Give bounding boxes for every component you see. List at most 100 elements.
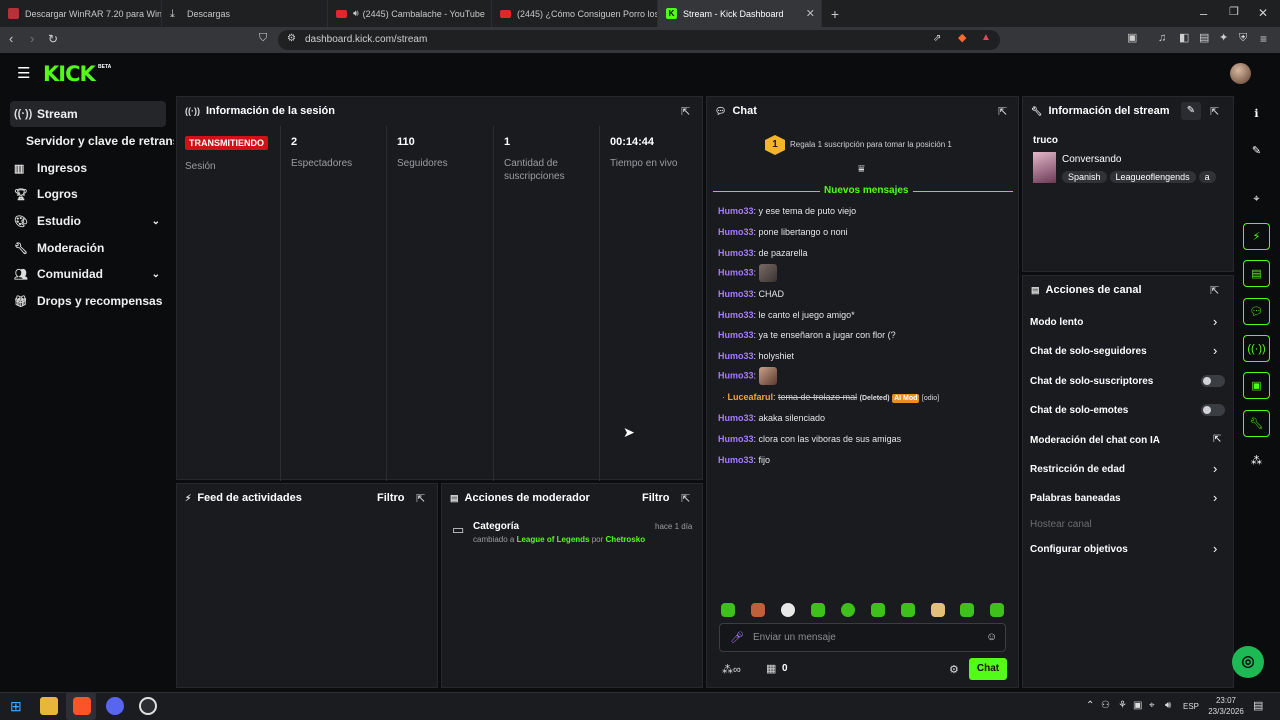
filter-button[interactable]: Filtro	[377, 492, 405, 504]
tag-chip[interactable]: a	[1198, 171, 1216, 183]
forward-icon[interactable]: ›	[30, 32, 34, 45]
chat-username[interactable]: Humo33	[718, 434, 754, 444]
age-restriction-action[interactable]: Restricción de edad	[1030, 464, 1125, 475]
menu-icon[interactable]: ≡	[1260, 33, 1267, 45]
points-icon[interactable]: ⁂∞	[722, 663, 741, 676]
emote-button[interactable]	[990, 603, 1004, 617]
chat-username[interactable]: Humo33	[718, 310, 754, 320]
back-icon[interactable]: ‹	[9, 32, 13, 45]
ai-moderation-action[interactable]: Moderación del chat con IA	[1030, 435, 1160, 446]
emote-button[interactable]	[721, 603, 735, 617]
emote-button[interactable]	[811, 603, 825, 617]
reader-icon[interactable]: ▣	[1127, 33, 1137, 44]
chat-username[interactable]: Humo33	[718, 351, 754, 361]
brave-browser-icon[interactable]	[73, 697, 91, 715]
activity-feed-icon[interactable]: ⚡︎	[1243, 223, 1270, 250]
entry-category-link[interactable]: League of Legends	[517, 535, 590, 544]
chat-send-button[interactable]: Chat	[969, 658, 1007, 680]
broadcast-icon[interactable]: ((·))	[1243, 335, 1270, 362]
gift-leaderboard-text[interactable]: Regala 1 suscripción para tomar la posic…	[790, 140, 952, 149]
microphone-icon[interactable]: 🎤︎	[730, 631, 744, 644]
brave-rewards-icon[interactable]: ▲	[981, 33, 991, 43]
popout-icon[interactable]: ⇱	[416, 492, 425, 505]
music-icon[interactable]: ♫	[1158, 33, 1166, 44]
stream-info-icon[interactable]: 🔧︎	[1243, 410, 1270, 437]
sidebar-toggle-icon[interactable]: ◧	[1179, 33, 1189, 44]
edit-icon[interactable]: ✎	[1181, 102, 1201, 120]
filter-button[interactable]: Filtro	[642, 492, 670, 504]
chat-message[interactable]: Humo33: fijo	[718, 455, 770, 465]
subscribers-only-toggle[interactable]	[1201, 375, 1225, 387]
followers-only-action[interactable]: Chat de solo-seguidores	[1030, 346, 1147, 357]
browser-tab-winrar[interactable]: Descargar WinRAR 7.20 para Window	[0, 0, 162, 27]
sidebar-item-moderacion[interactable]: 🔧︎ Moderación	[10, 235, 166, 261]
chat-username[interactable]: Humo33	[718, 413, 754, 423]
reload-icon[interactable]: ↻	[48, 33, 58, 45]
input-language[interactable]: ESP	[1183, 702, 1199, 711]
chevron-right-icon[interactable]: ›	[1213, 461, 1217, 476]
tray-overflow-icon[interactable]: ⌃	[1086, 700, 1094, 711]
brave-shields-icon[interactable]: ◆	[958, 33, 966, 44]
chat-message[interactable]: Humo33: le canto el juego amigo*	[718, 310, 855, 320]
chat-message[interactable]: Humo33: akaka silenciado	[718, 413, 825, 423]
entry-user-link[interactable]: Chetrosko	[606, 535, 646, 544]
sidebar-item-logros[interactable]: 🏆︎ Logros	[10, 181, 166, 207]
windows-start-icon[interactable]: ⊞	[10, 698, 22, 715]
chevron-right-icon[interactable]: ›	[1213, 541, 1217, 556]
chat-username[interactable]: Humo33	[718, 227, 754, 237]
popout-icon[interactable]: ⇱	[998, 105, 1007, 118]
popout-icon[interactable]: ⇱	[1210, 284, 1219, 297]
support-chat-icon[interactable]: ◎	[1232, 646, 1264, 678]
browser-tab-youtube-2[interactable]: (2445) ¿Cómo Consiguen Porro los A	[492, 0, 658, 27]
file-explorer-icon[interactable]	[40, 697, 58, 715]
app-icon[interactable]	[139, 697, 157, 715]
add-widget-icon[interactable]: ⁂	[1243, 447, 1270, 474]
hamburger-menu-icon[interactable]: ☰	[17, 66, 30, 81]
chat-message[interactable]: Humo33: ya te enseñaron a jugar con flor…	[718, 330, 896, 340]
emote-button[interactable]	[901, 603, 915, 617]
chevron-right-icon[interactable]: ›	[1213, 490, 1217, 505]
info-icon[interactable]: ℹ	[1243, 100, 1270, 127]
popout-icon[interactable]: ⇱	[1210, 105, 1219, 118]
chevron-down-icon[interactable]: ⌄	[152, 269, 160, 280]
chat-settings-icon[interactable]: ⚙	[949, 663, 959, 676]
chevron-right-icon[interactable]: ›	[1213, 314, 1217, 329]
notification-icon[interactable]: ▤	[1253, 699, 1263, 712]
close-tab-icon[interactable]: ✕	[806, 7, 815, 20]
chat-message[interactable]: Humo33: y ese tema de puto viejo	[718, 206, 856, 216]
restore-icon[interactable]: ❐	[1229, 7, 1239, 18]
chat-message[interactable]: Humo33:	[718, 264, 777, 282]
clock-time[interactable]: 23:07	[1208, 696, 1244, 705]
chat-username[interactable]: Humo33	[718, 370, 754, 380]
mod-log-icon[interactable]: ▤	[1243, 260, 1270, 287]
chevron-down-icon[interactable]: ⌄	[152, 216, 160, 227]
chat-input[interactable]: 🎤︎ Enviar un mensaje ☺	[719, 623, 1006, 652]
tray-app-icon[interactable]: ▣	[1133, 700, 1142, 711]
emote-button[interactable]	[781, 603, 795, 617]
sidebar-item-ingresos[interactable]: ▥ Ingresos	[10, 155, 166, 181]
sidebar-item-stream[interactable]: ((·)) Stream	[10, 101, 166, 127]
chat-username[interactable]: Luceafarul	[728, 392, 774, 402]
edit-icon[interactable]: ✎	[1243, 137, 1270, 164]
banned-words-action[interactable]: Palabras baneadas	[1030, 493, 1121, 504]
close-window-icon[interactable]: ✕	[1258, 7, 1268, 19]
emotes-only-toggle[interactable]	[1201, 404, 1225, 416]
session-info-icon[interactable]: ▣	[1243, 372, 1270, 399]
volume-icon[interactable]: 🔊︎	[1165, 700, 1171, 711]
vpn-icon[interactable]: ⛨	[1239, 33, 1247, 44]
slow-mode-action[interactable]: Modo lento	[1030, 317, 1083, 328]
kick-logo[interactable]: KICK	[43, 62, 96, 86]
chat-username[interactable]: Humo33	[718, 248, 754, 258]
browser-tab-kick[interactable]: K Stream - Kick Dashboard ✕	[658, 0, 822, 27]
chat-message[interactable]: Humo33: CHAD	[718, 289, 784, 299]
deleted-chat-message[interactable]: · Luceafarul: tema de trolazo mal (Delet…	[722, 392, 939, 403]
address-bar[interactable]: ⚙ dashboard.kick.com/stream ⇗ ◆ ▲	[278, 30, 1000, 50]
collapse-icon[interactable]: ⩸	[858, 163, 865, 176]
popout-icon[interactable]: ⇱	[681, 105, 690, 118]
chat-username[interactable]: Humo33	[718, 206, 754, 216]
sidebar-item-comunidad[interactable]: 👥︎ Comunidad ⌄	[10, 261, 166, 287]
share-icon[interactable]: ⇗	[933, 34, 941, 44]
bookmark-icon[interactable]: ⛉	[259, 33, 267, 44]
chat-message[interactable]: Humo33: holyshiet	[718, 351, 794, 361]
chat-username[interactable]: Humo33	[718, 455, 754, 465]
